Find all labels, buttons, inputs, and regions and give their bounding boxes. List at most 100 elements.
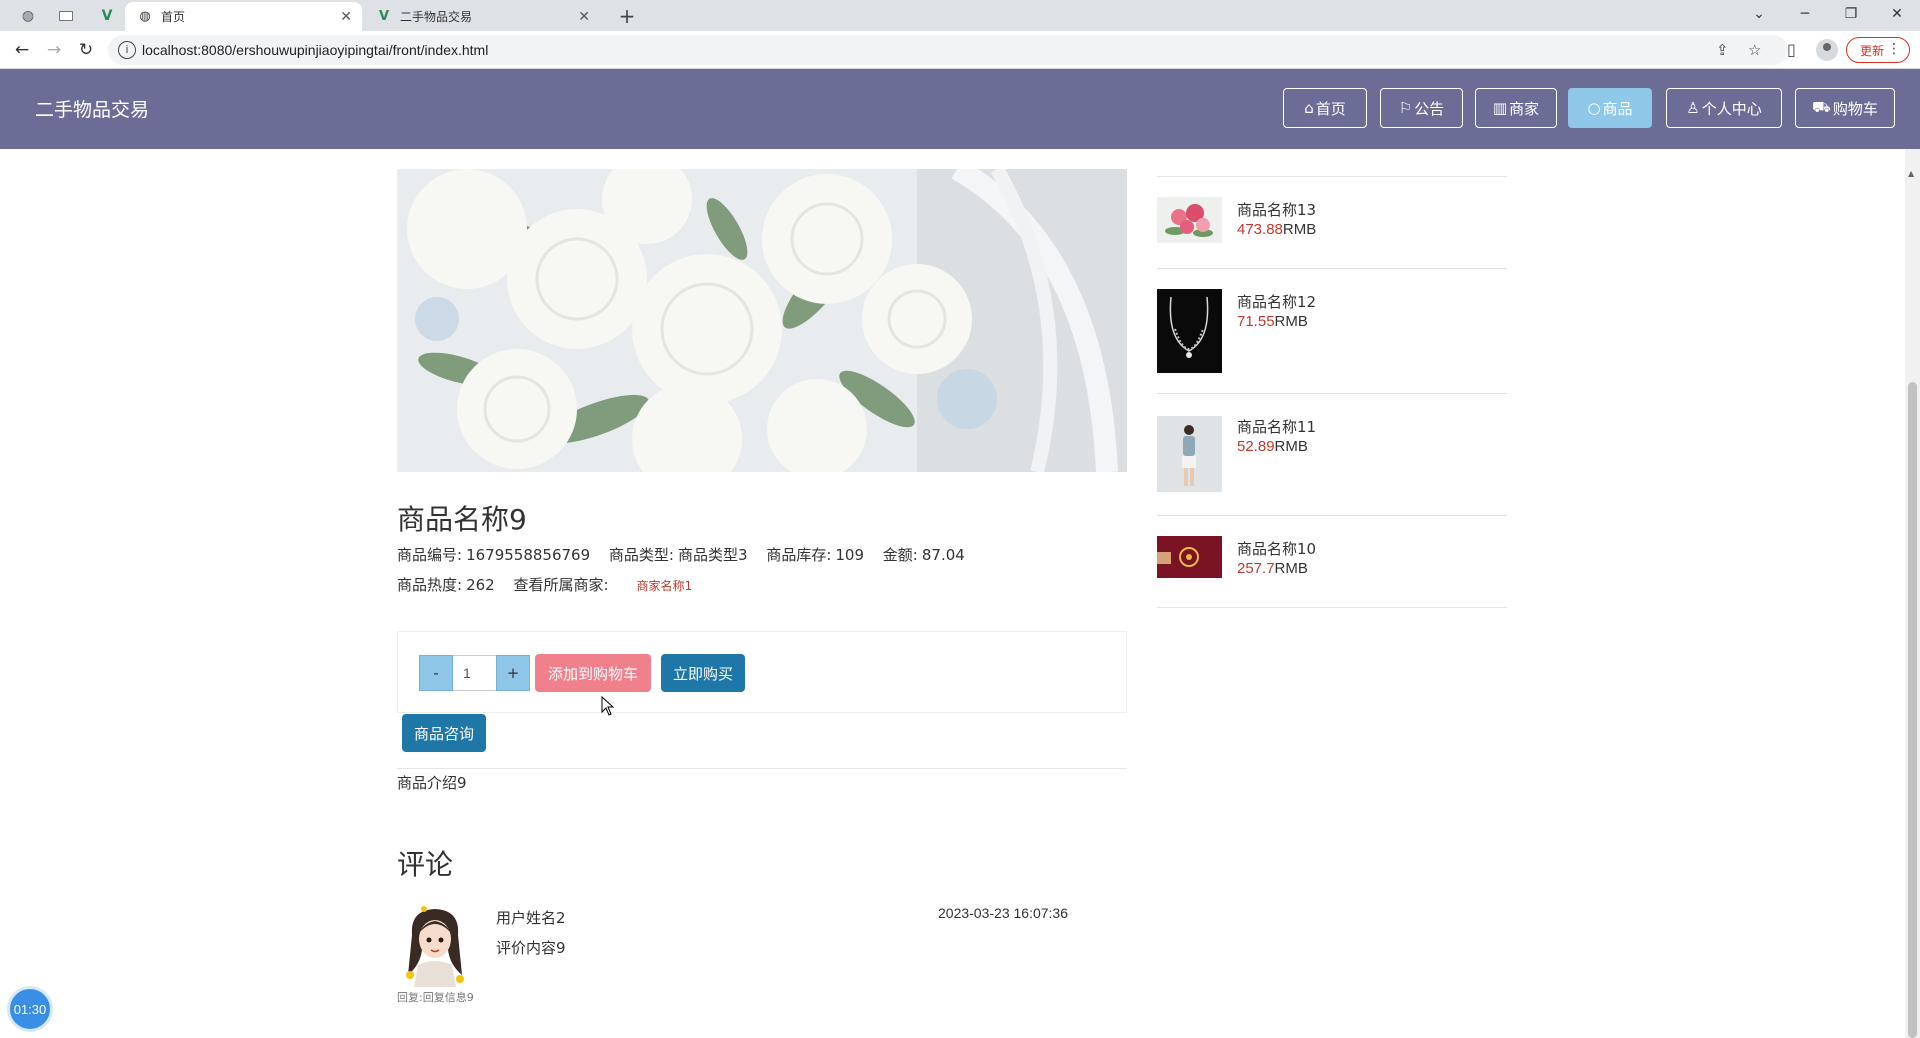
mouse-cursor-icon <box>601 696 615 716</box>
globe-icon: ◍ <box>139 9 151 24</box>
forward-icon[interactable]: → <box>40 37 68 63</box>
add-to-cart-button[interactable]: 添加到购物车 <box>535 654 651 692</box>
nav-label: 商品 <box>1602 99 1633 118</box>
update-label: 更新 <box>1860 43 1885 58</box>
recommend-name: 商品名称11 <box>1237 418 1317 436</box>
gift-card-image <box>1157 536 1222 578</box>
tab-secondhand[interactable]: V 二手物品交易 ✕ <box>364 2 600 31</box>
home-icon: ⌂ <box>1304 99 1314 117</box>
timer-bubble[interactable]: 01:30 <box>7 986 53 1032</box>
price-value: 71.55 <box>1237 313 1275 330</box>
recommend-name: 商品名称12 <box>1237 293 1317 311</box>
bookmark-star-icon[interactable]: ☆ <box>1748 41 1761 59</box>
circle-icon: ○ <box>1587 99 1601 117</box>
gift-icon: ▥ <box>1492 99 1508 117</box>
comment-avatar <box>400 905 470 987</box>
fashion-model-image <box>1157 416 1222 492</box>
purchase-box: - + 添加到购物车 立即购买 <box>397 631 1127 713</box>
nav-merchant[interactable]: ▥ 商家 <box>1475 88 1557 128</box>
nav-label: 首页 <box>1315 99 1346 118</box>
reload-icon[interactable]: ↻ <box>72 37 100 63</box>
user-icon: ♙ <box>1686 99 1700 117</box>
price-unit: RMB <box>1274 560 1308 577</box>
price-value: 473.88 <box>1237 221 1283 238</box>
info-icon[interactable]: i <box>118 41 136 59</box>
scrollbar-thumb[interactable] <box>1908 382 1917 1038</box>
browser-tab-strip: ◍ V ◍ 首页 ✕ V 二手物品交易 ✕ + ⌄ ─ ❐ ✕ <box>0 0 1920 31</box>
flower-bouquet-image <box>397 169 1127 472</box>
nav-label: 个人中心 <box>1701 99 1762 118</box>
product-image <box>397 169 1127 472</box>
product-stock: 109 <box>835 546 865 564</box>
nav-home[interactable]: ⌂ 首页 <box>1283 88 1367 128</box>
tab-search-icon[interactable]: ⌄ <box>1736 0 1782 28</box>
nav-cart[interactable]: ⛟ 购物车 <box>1795 88 1895 128</box>
merchant-link[interactable]: 商家名称1 <box>637 579 693 593</box>
comments-title: 评论 <box>397 848 454 881</box>
side-panel-icon[interactable]: ▯ <box>1787 40 1796 59</box>
close-icon[interactable]: ✕ <box>578 9 590 25</box>
product-thumbnail <box>1157 536 1222 578</box>
recommend-list: 商品名称13 473.88RMB 商品名称12 71.55RMB 商品名称11 … <box>1157 176 1507 608</box>
quantity-input[interactable] <box>453 655 497 691</box>
nav-personal-center[interactable]: ♙ 个人中心 <box>1666 88 1782 128</box>
vue-tab-icon[interactable]: V <box>92 4 122 28</box>
nav-label: 购物车 <box>1832 99 1878 118</box>
nav-notice[interactable]: ⚐ 公告 <box>1380 88 1463 128</box>
recommend-price: 473.88RMB <box>1237 221 1316 238</box>
cart-icon: ⛟ <box>1812 98 1831 116</box>
site-title: 二手物品交易 <box>35 99 150 121</box>
price-unit: RMB <box>1274 438 1308 455</box>
nav-goods[interactable]: ○ 商品 <box>1568 88 1652 128</box>
scroll-up-icon[interactable]: ▲ <box>1908 169 1914 178</box>
consult-button[interactable]: 商品咨询 <box>402 714 486 752</box>
product-thumbnail <box>1157 416 1222 492</box>
pink-roses-image <box>1157 197 1222 243</box>
new-tab-icon[interactable]: + <box>614 3 640 29</box>
cartoon-girl-avatar <box>406 906 464 987</box>
tab-home[interactable]: ◍ 首页 ✕ <box>125 2 362 31</box>
recommend-item[interactable]: 商品名称12 71.55RMB <box>1157 268 1507 393</box>
site-header: 二手物品交易 ⌂ 首页 ⚐ 公告 ▥ 商家 ○ 商品 ♙ 个人中心 ⛟ 购物车 <box>0 69 1920 149</box>
product-meta-line-2: 商品热度: 262 查看所属商家: 商家名称1 <box>397 574 696 595</box>
stock-label: 商品库存: <box>766 546 832 564</box>
nav-label: 商家 <box>1509 99 1540 118</box>
comment-reply: 回复:回复信息9 <box>397 991 474 1004</box>
recommend-item[interactable]: 商品名称11 52.89RMB <box>1157 393 1507 515</box>
menu-dots-icon: ⋮ <box>1887 41 1901 57</box>
update-button[interactable]: 更新 ⋮ <box>1846 37 1910 63</box>
price-unit: RMB <box>1282 221 1317 238</box>
close-icon[interactable]: ✕ <box>340 9 352 25</box>
page-scrollbar[interactable]: ▲ <box>1905 149 1920 1038</box>
recommend-name: 商品名称10 <box>1237 540 1317 558</box>
price-unit: RMB <box>1274 313 1308 330</box>
comment-user-name: 用户姓名2 <box>496 909 566 927</box>
tab-title: 二手物品交易 <box>400 10 473 24</box>
profile-avatar[interactable] <box>1816 39 1838 61</box>
divider <box>397 768 1127 769</box>
close-window-icon[interactable]: ✕ <box>1874 0 1920 28</box>
recommend-price: 257.7RMB <box>1237 560 1308 577</box>
recommend-item[interactable]: 商品名称13 473.88RMB <box>1157 176 1507 268</box>
comment-time: 2023-03-23 16:07:36 <box>938 905 1068 921</box>
back-icon[interactable]: ← <box>8 37 36 63</box>
product-meta-line-1: 商品编号: 1679558856769 商品类型: 商品类型3 商品库存: 109 金… <box>397 544 969 565</box>
product-type: 商品类型3 <box>677 546 748 564</box>
flag-icon: ⚐ <box>1398 99 1413 117</box>
nav-label: 公告 <box>1414 99 1445 118</box>
product-thumbnail <box>1157 289 1222 373</box>
product-price: 87.04 <box>921 546 965 564</box>
recommend-item[interactable]: 商品名称10 257.7RMB <box>1157 515 1507 608</box>
restore-icon[interactable]: ❐ <box>1828 0 1874 28</box>
share-icon[interactable]: ⇪ <box>1716 41 1729 59</box>
globe-icon[interactable]: ◍ <box>13 4 43 28</box>
blank-tab-icon[interactable] <box>51 4 81 28</box>
minimize-icon[interactable]: ─ <box>1782 0 1828 28</box>
recommend-price: 71.55RMB <box>1237 313 1308 330</box>
quantity-plus-button[interactable]: + <box>496 655 530 691</box>
buy-now-button[interactable]: 立即购买 <box>661 654 745 692</box>
product-heat: 262 <box>466 576 495 594</box>
quantity-minus-button[interactable]: - <box>419 655 453 691</box>
recommend-price: 52.89RMB <box>1237 438 1308 455</box>
address-bar[interactable]: i localhost:8080/ershouwupinjiaoyipingta… <box>108 35 1788 65</box>
